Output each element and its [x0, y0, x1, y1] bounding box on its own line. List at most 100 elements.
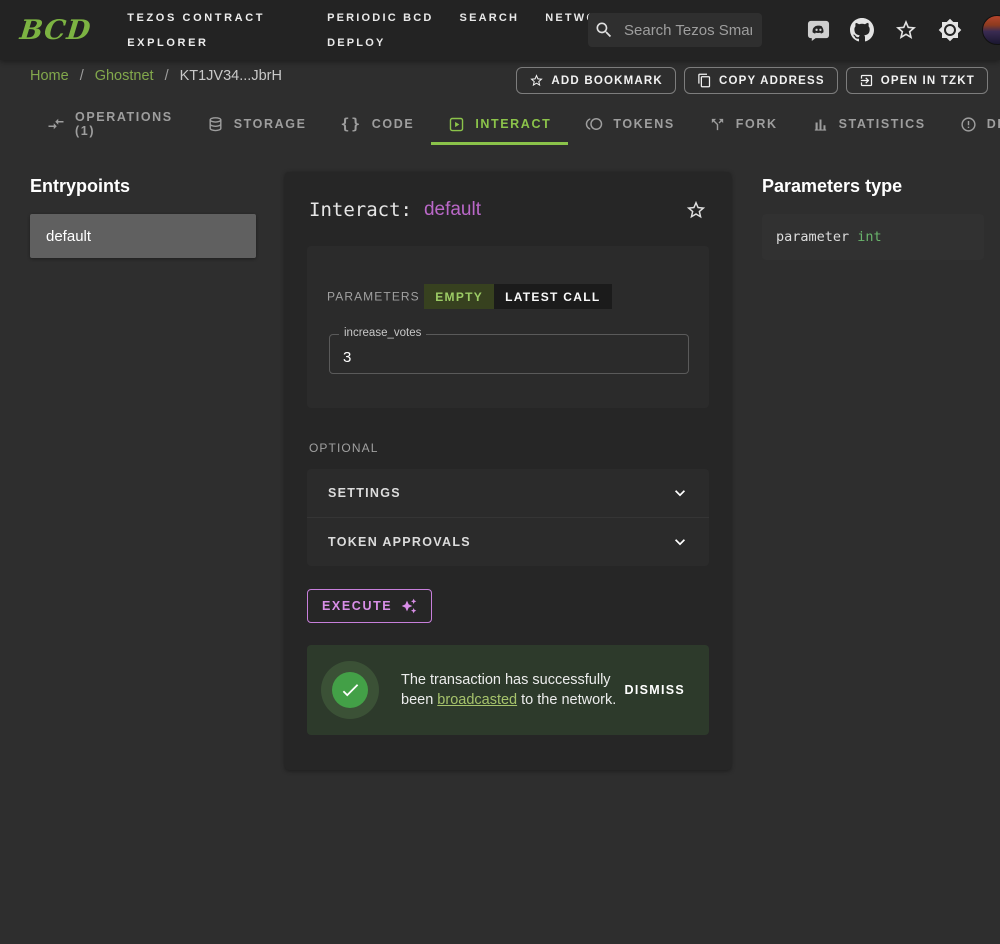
optional-label: OPTIONAL: [309, 441, 731, 455]
add-bookmark-button[interactable]: ADD BOOKMARK: [516, 67, 676, 94]
app-title: TEZOS CONTRACT EXPLORER: [127, 12, 265, 49]
optional-accordion: SETTINGS TOKEN APPROVALS: [307, 469, 709, 566]
details-icon: [960, 116, 977, 133]
tab-tokens-label: TOKENS: [613, 117, 674, 131]
parameters-type-code: parameter int: [762, 214, 984, 260]
tab-interact[interactable]: INTERACT: [431, 103, 568, 145]
toggle-empty[interactable]: EMPTY: [424, 284, 494, 309]
success-alert: The transaction has successfully been br…: [307, 645, 709, 735]
toggle-latest-call[interactable]: LATEST CALL: [494, 284, 611, 309]
breadcrumb-separator: /: [80, 68, 84, 84]
success-check-icon: [332, 672, 368, 708]
page: BCD TEZOS CONTRACT EXPLORER PERIODIC BCD…: [0, 0, 1000, 944]
copy-icon: [697, 73, 712, 88]
app-title-line1: TEZOS CONTRACT: [127, 12, 265, 24]
nav-deploy[interactable]: DEPLOY: [327, 37, 385, 49]
chevron-down-icon: [670, 532, 690, 552]
interact-header: Interact: default: [285, 172, 731, 221]
tab-statistics-label: STATISTICS: [839, 117, 926, 131]
tab-details-label: DETAILS: [987, 117, 1000, 131]
fork-icon: [709, 116, 726, 133]
parameters-type-title: Parameters type: [762, 176, 984, 197]
tab-code-label: CODE: [372, 117, 415, 131]
main-nav: PERIODIC BCD SEARCH NETWORKS DEPLOY: [327, 12, 627, 49]
breadcrumb-home[interactable]: Home: [30, 68, 69, 84]
interact-icon: [448, 116, 465, 133]
contract-actions: ADD BOOKMARK COPY ADDRESS OPEN IN TZKT: [516, 67, 988, 94]
copy-address-button[interactable]: COPY ADDRESS: [684, 67, 838, 94]
code-icon: {}: [341, 115, 362, 133]
header-icons: [806, 0, 1000, 60]
bcd-logo[interactable]: BCD: [18, 15, 92, 46]
add-bookmark-label: ADD BOOKMARK: [551, 75, 663, 87]
breadcrumb-separator: /: [165, 68, 169, 84]
app-title-line2: EXPLORER: [127, 37, 265, 49]
favorite-star-icon[interactable]: [685, 199, 707, 221]
tab-fork[interactable]: FORK: [692, 103, 795, 145]
success-icon-ring: [321, 661, 379, 719]
tab-statistics[interactable]: STATISTICS: [795, 103, 943, 145]
copy-address-label: COPY ADDRESS: [719, 75, 825, 87]
tab-storage-label: STORAGE: [234, 117, 307, 131]
user-avatar[interactable]: [982, 15, 1000, 45]
star-icon[interactable]: [894, 18, 918, 42]
increase-votes-field-label: increase_votes: [339, 327, 426, 339]
entrypoints-title: Entrypoints: [30, 176, 256, 197]
search-icon: [594, 20, 614, 40]
search-box[interactable]: [588, 13, 762, 47]
nav-row-top: PERIODIC BCD SEARCH NETWORKS: [327, 12, 627, 24]
tab-code[interactable]: {} CODE: [324, 103, 432, 145]
interact-card: Interact: default PARAMETERS EMPTY LATES…: [285, 172, 731, 770]
parameters-section: PARAMETERS EMPTY LATEST CALL increase_vo…: [307, 246, 709, 408]
dismiss-button[interactable]: DISMISS: [619, 682, 692, 698]
tab-fork-label: FORK: [736, 117, 778, 131]
increase-votes-field: increase_votes: [329, 334, 689, 374]
code-type: int: [857, 229, 881, 245]
discord-icon[interactable]: [806, 18, 830, 42]
breadcrumb-network[interactable]: Ghostnet: [95, 68, 154, 84]
open-in-tzkt-button[interactable]: OPEN IN TZKT: [846, 67, 988, 94]
nav-search[interactable]: SEARCH: [460, 12, 520, 24]
tab-storage[interactable]: STORAGE: [190, 103, 324, 145]
tab-operations-label: OPERATIONS (1): [75, 110, 173, 138]
github-icon[interactable]: [850, 18, 874, 42]
breadcrumb-contract-address: KT1JV34...JbrH: [180, 68, 282, 84]
breadcrumb: Home / Ghostnet / KT1JV34...JbrH: [30, 68, 282, 84]
chevron-down-icon: [670, 483, 690, 503]
nav-periodic-bcd[interactable]: PERIODIC BCD: [327, 12, 433, 24]
app-bar: BCD TEZOS CONTRACT EXPLORER PERIODIC BCD…: [0, 0, 1000, 60]
code-keyword: parameter: [776, 229, 857, 245]
tab-details[interactable]: DETAILS: [943, 103, 1000, 145]
tokens-icon: [585, 115, 603, 133]
search-input[interactable]: [622, 21, 754, 40]
parameters-source-toggle: EMPTY LATEST CALL: [424, 284, 611, 309]
contract-tabs: OPERATIONS (1) STORAGE {} CODE INTERACT …: [30, 103, 1000, 145]
bookmark-star-icon: [529, 73, 544, 88]
statistics-icon: [812, 116, 829, 133]
token-approvals-accordion-row[interactable]: TOKEN APPROVALS: [307, 517, 709, 566]
parameters-label: PARAMETERS: [327, 290, 420, 304]
execute-label: EXECUTE: [322, 599, 392, 613]
alert-message: The transaction has successfully been br…: [401, 670, 619, 710]
tab-operations[interactable]: OPERATIONS (1): [30, 103, 190, 145]
interact-title: Interact:: [309, 199, 412, 221]
nav-row-bottom: DEPLOY: [327, 37, 627, 49]
storage-icon: [207, 116, 224, 133]
open-external-icon: [859, 73, 874, 88]
open-in-tzkt-label: OPEN IN TZKT: [881, 75, 975, 87]
operations-icon: [47, 115, 65, 133]
entrypoints-panel: Entrypoints default: [30, 176, 256, 258]
settings-accordion-row[interactable]: SETTINGS: [307, 469, 709, 517]
tab-interact-label: INTERACT: [475, 117, 551, 131]
entrypoint-label: default: [46, 228, 91, 245]
execute-button[interactable]: EXECUTE: [307, 589, 432, 623]
broadcasted-link[interactable]: broadcasted: [437, 692, 517, 708]
tab-tokens[interactable]: TOKENS: [568, 103, 691, 145]
entrypoint-item-default[interactable]: default: [30, 214, 256, 258]
theme-toggle-sun-icon[interactable]: [938, 18, 962, 42]
increase-votes-input[interactable]: [330, 335, 688, 373]
alert-text-after: to the network.: [517, 692, 616, 708]
interact-entrypoint-name: default: [424, 199, 481, 221]
sparkles-icon: [401, 598, 417, 614]
settings-label: SETTINGS: [328, 486, 401, 500]
